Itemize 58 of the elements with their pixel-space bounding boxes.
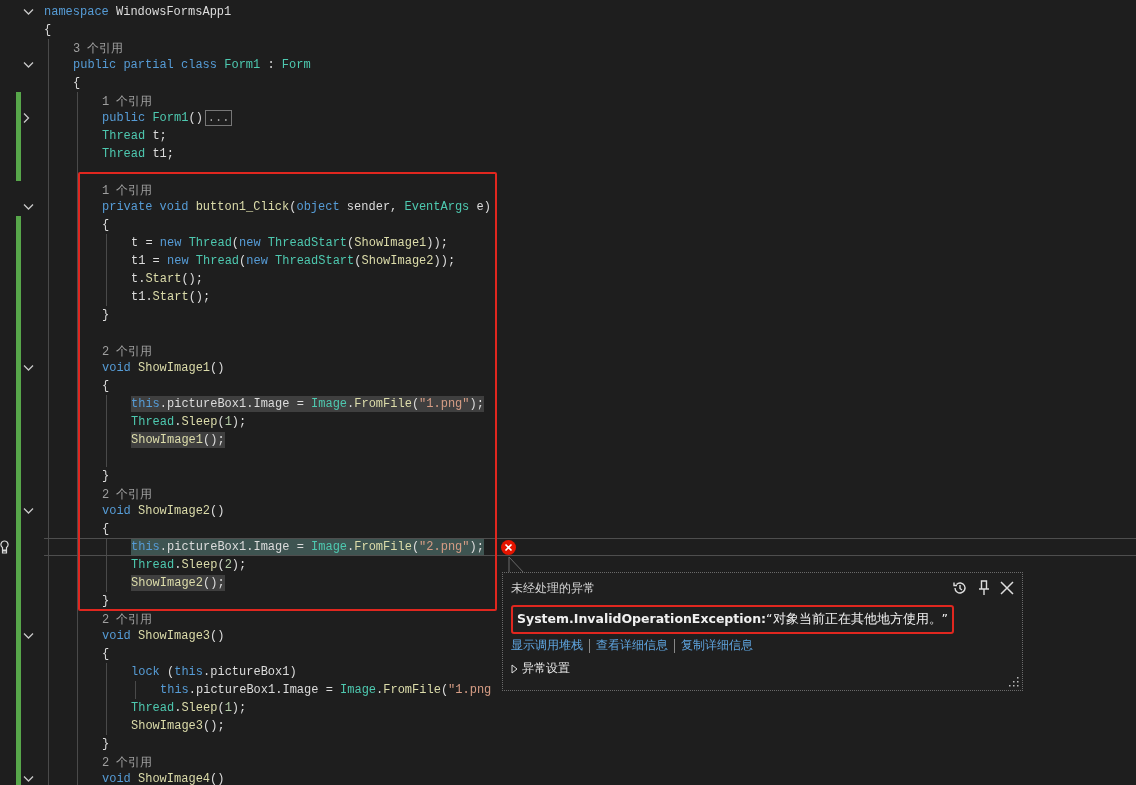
fold-chevron-icon[interactable] — [23, 61, 34, 69]
code-line: { — [102, 521, 110, 537]
code-line: } — [102, 593, 110, 609]
code-line: Thread t1; — [102, 146, 175, 162]
code-line: namespace WindowsFormsApp1 — [44, 4, 232, 20]
lightbulb-icon[interactable] — [0, 540, 9, 554]
code-line: { — [102, 646, 110, 662]
code-line: } — [102, 736, 110, 752]
code-line: public partial class Form1 : Form — [73, 57, 311, 73]
reference-count-link[interactable]: 2 个引用 — [102, 756, 153, 770]
reference-count-link[interactable]: 2 个引用 — [102, 345, 153, 359]
code-line: t = new Thread(new ThreadStart(ShowImage1)); — [131, 235, 448, 251]
code-line: private void button1_Click(object sender, EventArgs e) — [102, 199, 491, 215]
code-line: lock (this.pictureBox1) — [131, 664, 297, 680]
code-line: void ShowImage2() — [102, 503, 225, 519]
reference-count-link[interactable]: 3 个引用 — [73, 42, 124, 56]
history-icon[interactable] — [952, 580, 968, 596]
code-line: public Form1() ... — [102, 110, 233, 126]
code-line: Thread.Sleep(2); — [131, 557, 247, 573]
code-line: Thread.Sleep(1); — [131, 414, 247, 430]
exception-message: System.InvalidOperationException:“对象当前正在其他地方使用。” — [511, 605, 954, 634]
resize-grip-icon[interactable] — [1009, 677, 1019, 687]
expand-icon[interactable] — [511, 663, 518, 674]
code-line: { — [102, 217, 110, 233]
exception-settings-label[interactable]: 异常设置 — [522, 660, 570, 677]
reference-count-link[interactable]: 2 个引用 — [102, 613, 153, 627]
code-line: { — [102, 378, 110, 394]
fold-chevron-icon[interactable] — [23, 8, 34, 16]
reference-count-link[interactable]: 2 个引用 — [102, 488, 153, 502]
code-line: } — [102, 307, 110, 323]
fold-chevron-icon[interactable] — [23, 203, 34, 211]
popup-link[interactable]: 显示调用堆栈 — [511, 637, 583, 654]
code-line: this.pictureBox1.Image = Image.FromFile("1.png — [160, 682, 492, 698]
code-line: t1.Start(); — [131, 289, 211, 305]
code-line: } — [102, 468, 110, 484]
code-line: void ShowImage4() — [102, 771, 225, 785]
close-icon[interactable] — [1000, 581, 1014, 595]
fold-chevron-icon[interactable] — [23, 364, 34, 372]
popup-link[interactable]: 复制详细信息 — [681, 637, 753, 654]
fold-chevron-icon[interactable] — [23, 507, 34, 515]
code-line: { — [44, 22, 52, 38]
code-line: Thread.Sleep(1); — [131, 700, 247, 716]
pin-icon[interactable] — [978, 580, 990, 596]
code-line: void ShowImage3() — [102, 628, 225, 644]
code-line: t1 = new Thread(new ThreadStart(ShowImage2)); — [131, 253, 456, 269]
code-line: void ShowImage1() — [102, 360, 225, 376]
code-line: Thread t; — [102, 128, 167, 144]
popup-title: 未经处理的异常 — [511, 579, 595, 597]
reference-count-link[interactable]: 1 个引用 — [102, 184, 153, 198]
code-line: t.Start(); — [131, 271, 204, 287]
popup-link[interactable]: 查看详细信息 — [596, 637, 668, 654]
fold-chevron-icon[interactable] — [23, 632, 34, 640]
code-line: ShowImage3(); — [131, 718, 225, 734]
reference-count-link[interactable]: 1 个引用 — [102, 95, 153, 109]
error-icon[interactable] — [500, 539, 516, 555]
fold-chevron-icon[interactable] — [23, 775, 34, 783]
fold-chevron-icon[interactable] — [23, 112, 30, 124]
code-line: { — [73, 75, 81, 91]
